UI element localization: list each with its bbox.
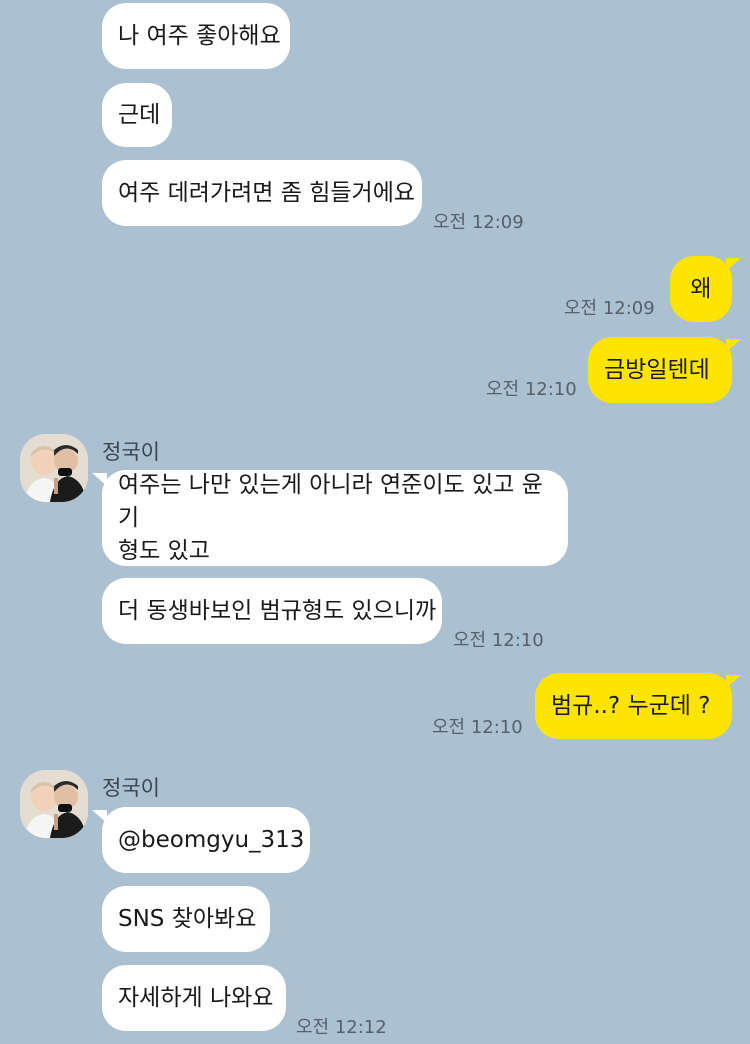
message-bubble-incoming[interactable]: 더 동생바보인 범규형도 있으니까 (102, 578, 442, 644)
message-bubble-incoming[interactable]: 나 여주 좋아해요 (102, 3, 290, 69)
message-bubble-outgoing[interactable]: 범규..? 누군데 ? (535, 673, 732, 739)
profile-photo-icon (20, 770, 88, 838)
message-text: 범규..? 누군데 ? (551, 693, 711, 719)
contact-name: 정국이 (102, 440, 160, 464)
message-text: 여주 데려가려면 좀 힘들거에요 (118, 180, 416, 206)
message-text: 더 동생바보인 범규형도 있으니까 (118, 598, 437, 624)
contact-avatar[interactable] (20, 434, 88, 502)
message-bubble-incoming[interactable]: @beomgyu_313 (102, 807, 310, 873)
message-bubble-incoming[interactable]: SNS 찾아봐요 (102, 886, 270, 952)
message-bubble-incoming[interactable]: 근데 (102, 83, 172, 147)
message-text: 나 여주 좋아해요 (118, 23, 281, 49)
profile-photo-icon (20, 434, 88, 502)
bubble-tail (92, 810, 107, 823)
message-text: SNS 찾아봐요 (118, 906, 257, 932)
message-bubble-outgoing[interactable]: 왜 (670, 256, 732, 322)
message-text: 자세하게 나와요 (118, 985, 274, 1011)
message-timestamp: 오전 12:09 (564, 298, 655, 319)
bubble-tail (726, 339, 741, 352)
message-timestamp: 오전 12:10 (432, 717, 523, 738)
message-text: 왜 (690, 276, 712, 302)
message-timestamp: 오전 12:10 (453, 630, 544, 651)
message-text: 근데 (118, 102, 161, 128)
message-bubble-incoming[interactable]: 여주 데려가려면 좀 힘들거에요 (102, 160, 422, 226)
bubble-tail (92, 473, 107, 486)
message-text: @beomgyu_313 (118, 827, 305, 853)
contact-avatar[interactable] (20, 770, 88, 838)
bubble-tail (726, 258, 741, 271)
message-timestamp: 오전 12:12 (296, 1017, 387, 1038)
message-bubble-incoming[interactable]: 자세하게 나와요 (102, 965, 286, 1031)
contact-name: 정국이 (102, 776, 160, 800)
message-timestamp: 오전 12:10 (486, 379, 577, 400)
message-bubble-incoming[interactable]: 여주는 나만 있는게 아니라 연준이도 있고 윤기 형도 있고 (102, 470, 568, 566)
bubble-tail (726, 675, 741, 688)
message-text: 여주는 나만 있는게 아니라 연준이도 있고 윤기 형도 있고 (118, 471, 543, 564)
message-text: 금방일텐데 (604, 357, 710, 383)
message-bubble-outgoing[interactable]: 금방일텐데 (588, 337, 732, 403)
message-timestamp: 오전 12:09 (433, 212, 524, 233)
